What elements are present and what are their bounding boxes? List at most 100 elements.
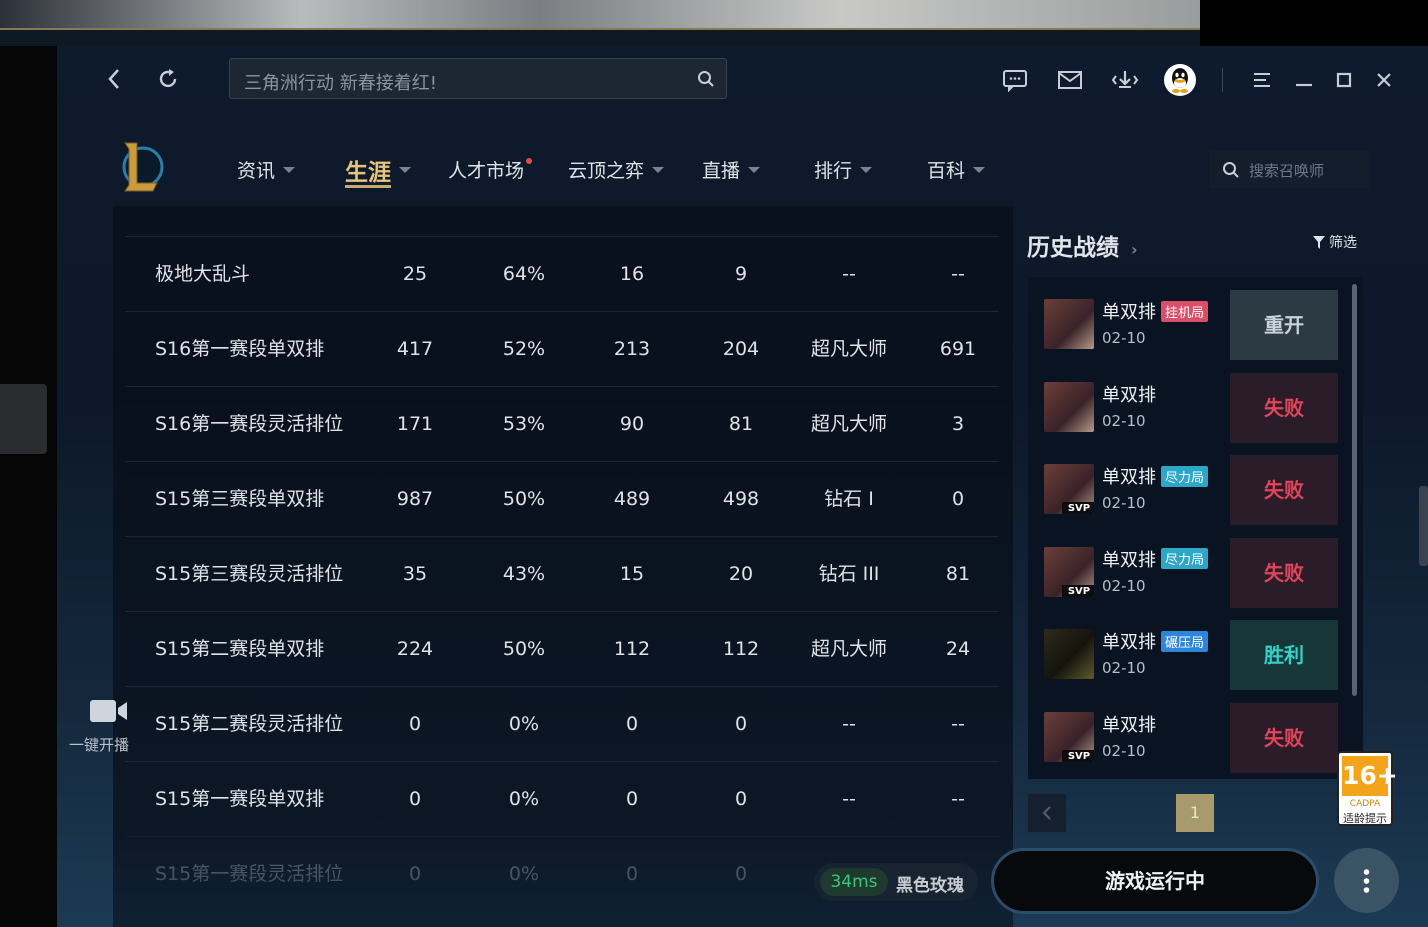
table-cell: 112 — [613, 638, 651, 660]
table-cell: -- — [842, 788, 856, 810]
table-cell: 0 — [625, 713, 639, 735]
qq-avatar-icon[interactable] — [1164, 64, 1196, 96]
history-scrollbar[interactable] — [1352, 284, 1357, 696]
table-row: 极地大乱斗 25 64% 16 9 -- -- — [125, 236, 999, 312]
table-cell: 25 — [402, 263, 428, 285]
refresh-icon[interactable] — [155, 66, 181, 92]
menu-icon[interactable] — [1250, 68, 1274, 92]
table-cell: 超凡大师 — [810, 338, 887, 360]
lol-logo[interactable] — [117, 139, 165, 195]
table-cell: 498 — [722, 488, 760, 510]
chevron-down-icon — [283, 166, 296, 173]
table-cell: 64% — [502, 263, 546, 285]
match-date: 02-10 — [1102, 329, 1146, 347]
match-history-item[interactable]: SVP 单双排 尽力局 02-10 失败 — [1042, 537, 1338, 608]
table-cell: 489 — [613, 488, 651, 510]
match-tag: 挂机局 — [1161, 300, 1209, 322]
nav-item-tft[interactable]: 云顶之弈 — [568, 156, 665, 183]
table-cell: 0 — [734, 788, 748, 810]
match-mode: 单双排 尽力局 — [1102, 463, 1209, 489]
table-cell: -- — [951, 788, 965, 810]
back-icon[interactable] — [101, 66, 127, 92]
nav-item-career[interactable]: 生涯 — [345, 153, 411, 187]
stream-button[interactable]: 一键开播 — [69, 696, 139, 756]
chevron-right-icon[interactable]: › — [1131, 240, 1138, 259]
queue-name: S15第三赛段单双排 — [155, 488, 325, 510]
table-cell: 50% — [502, 638, 546, 660]
side-tab[interactable] — [0, 384, 47, 454]
queue-name: 极地大乱斗 — [155, 263, 251, 285]
title-bar: 三角洲行动 新春接着红! — [57, 46, 1428, 113]
match-history-item[interactable]: SVP 单双排 02-10 失败 — [1042, 702, 1338, 773]
summoner-search-placeholder: 搜索召唤师 — [1249, 162, 1325, 180]
match-mode: 单双排 尽力局 — [1102, 546, 1209, 572]
search-input[interactable]: 三角洲行动 新春接着红! — [229, 58, 727, 99]
chat-icon[interactable] — [1000, 66, 1030, 94]
table-row: S15第三赛段灵活排位 35 43% 15 20 钻石 III 81 — [125, 536, 999, 612]
minimize-icon[interactable] — [1292, 68, 1316, 92]
table-cell: 钻石 I — [824, 488, 874, 510]
match-result: 失败 — [1230, 455, 1338, 525]
champion-avatar — [1044, 629, 1094, 679]
table-cell: 52% — [502, 338, 546, 360]
table-cell: 0 — [951, 488, 965, 510]
search-icon[interactable] — [696, 69, 716, 89]
nav-item-wiki[interactable]: 百科 — [927, 156, 986, 183]
table-cell: 0% — [508, 713, 540, 735]
filter-label: 筛选 — [1329, 235, 1357, 251]
search-icon[interactable] — [1221, 160, 1241, 180]
chevron-down-icon — [399, 167, 411, 173]
camera-icon — [89, 698, 129, 728]
more-button[interactable] — [1334, 848, 1399, 913]
nav-item-rank[interactable]: 排行 — [814, 156, 873, 183]
match-result: 重开 — [1230, 290, 1338, 360]
nav-item-news[interactable]: 资讯 — [237, 156, 296, 183]
table-cell: 171 — [396, 413, 434, 435]
table-cell: -- — [842, 713, 856, 735]
stream-label: 一键开播 — [69, 736, 130, 754]
nav-item-talent-market[interactable]: 人才市场 — [448, 156, 533, 183]
prev-page-button[interactable] — [1028, 794, 1066, 832]
filter-button[interactable]: 筛选 — [1313, 232, 1357, 252]
table-row: S15第一赛段单双排 0 0% 0 0 -- -- — [125, 761, 999, 837]
chevron-down-icon — [748, 166, 761, 173]
champion-avatar: SVP — [1044, 546, 1094, 597]
page-scrollbar[interactable] — [1419, 486, 1428, 566]
match-history-item[interactable]: 单双排 02-10 失败 — [1042, 372, 1338, 443]
table-cell: 35 — [402, 563, 428, 585]
match-mode: 单双排 挂机局 — [1102, 298, 1209, 324]
left-panel — [0, 46, 57, 927]
table-row: S15第三赛段单双排 987 50% 489 498 钻石 I 0 — [125, 461, 999, 537]
server-status[interactable]: 34ms 黑色玫瑰 — [814, 863, 978, 901]
table-cell: 224 — [396, 638, 434, 660]
table-cell: 3 — [951, 413, 965, 435]
rating-note: 适龄提示 — [1343, 812, 1387, 825]
match-mode: 单双排 碾压局 — [1102, 628, 1209, 654]
chevron-down-icon — [652, 166, 665, 173]
nav-item-live[interactable]: 直播 — [702, 156, 761, 183]
table-cell: 987 — [396, 488, 434, 510]
match-history-item[interactable]: SVP 单双排 尽力局 02-10 失败 — [1042, 455, 1338, 525]
match-history-item[interactable]: 单双排 挂机局 02-10 重开 — [1042, 290, 1338, 360]
queue-name: S16第一赛段单双排 — [155, 338, 325, 360]
summoner-search-input[interactable]: 搜索召唤师 — [1209, 150, 1369, 188]
maximize-icon[interactable] — [1332, 68, 1356, 92]
nav-active-indicator — [345, 185, 391, 188]
table-row: S15第二赛段单双排 224 50% 112 112 超凡大师 24 — [125, 611, 999, 687]
launch-game-button[interactable]: 游戏运行中 — [991, 848, 1319, 914]
match-date: 02-10 — [1102, 494, 1146, 512]
svp-badge: SVP — [1062, 502, 1094, 514]
download-icon[interactable] — [1110, 66, 1140, 94]
table-cell: 81 — [728, 413, 754, 435]
queue-name: S15第三赛段灵活排位 — [155, 563, 344, 585]
page-number-button[interactable]: 1 — [1176, 794, 1214, 832]
table-cell: 691 — [939, 338, 977, 360]
match-history-item[interactable]: 单双排 碾压局 02-10 胜利 — [1042, 620, 1338, 690]
close-icon[interactable] — [1372, 68, 1396, 92]
mail-icon[interactable] — [1055, 66, 1085, 94]
table-cell: 50% — [502, 488, 546, 510]
table-cell: 9 — [734, 263, 748, 285]
filter-icon — [1313, 235, 1325, 249]
age-rating-badge: 16+ CADPA 适龄提示 — [1337, 751, 1398, 826]
table-cell: 213 — [613, 338, 651, 360]
